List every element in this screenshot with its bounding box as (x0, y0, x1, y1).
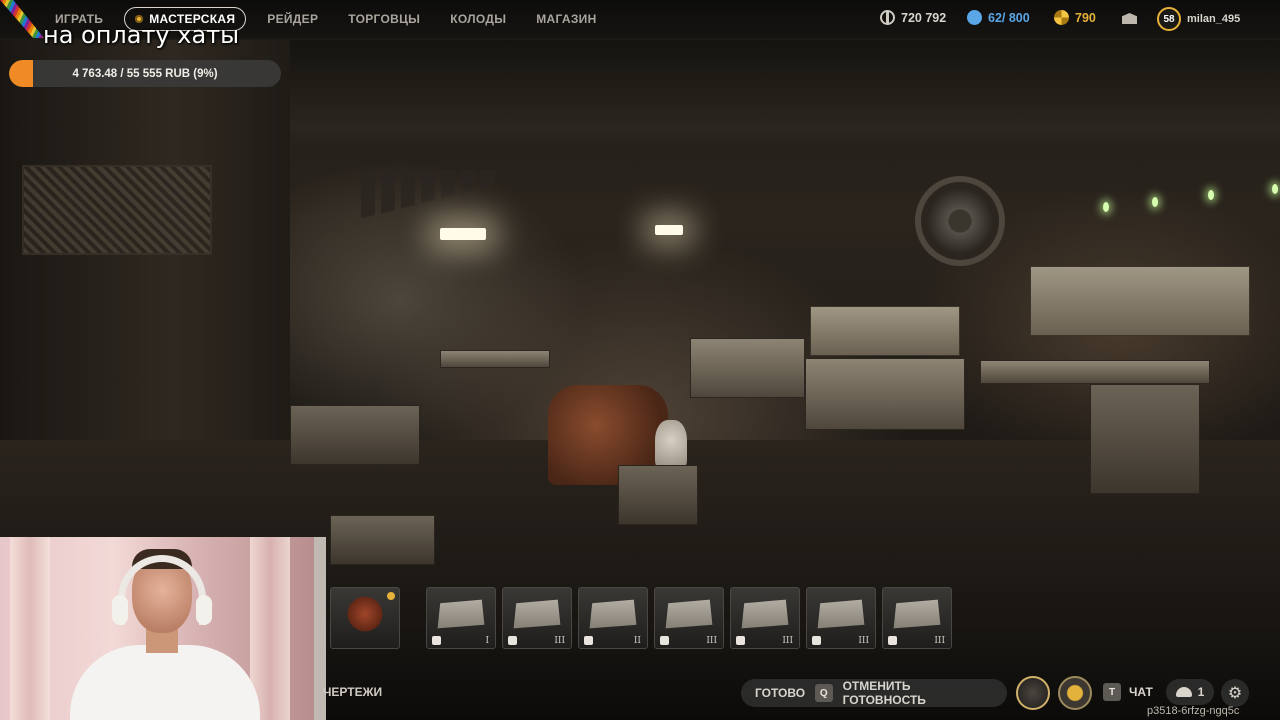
donation-progress-bar: 4 763.48 / 55 555 RUB (9%) (9, 60, 281, 87)
window-grate (22, 165, 212, 255)
workbench-slot-7[interactable]: III (882, 587, 952, 649)
ready-button[interactable]: ГОТОВО (755, 686, 805, 700)
mail-button[interactable] (1122, 13, 1137, 24)
workbench-level: I (485, 636, 489, 646)
check-button[interactable] (1058, 676, 1092, 710)
tab-decks[interactable]: КОЛОДЫ (435, 7, 521, 31)
workbench-slot-4[interactable]: III (654, 587, 724, 649)
tab-label: КОЛОДЫ (450, 12, 507, 26)
headphone-ear-cup (196, 595, 212, 625)
workbench-level: III (934, 636, 945, 646)
bonds-icon (967, 10, 982, 25)
radio-panel (1030, 266, 1250, 336)
stream-goal-title: на оплату хаты (43, 21, 240, 49)
workbench-thumbnail (589, 599, 637, 629)
workbench-thumbnail (437, 599, 485, 629)
friends-button[interactable]: 1 (1166, 679, 1214, 705)
webcam-feed (0, 537, 325, 720)
machine-panel (810, 306, 960, 356)
cancel-hotkey: Q (815, 684, 833, 702)
ceiling-lamp (440, 228, 486, 240)
pedestal (618, 465, 698, 525)
server-id: p3518-6rfzg-ngq5c (1147, 705, 1240, 717)
workbench (805, 358, 965, 430)
crate (330, 515, 435, 565)
medical-cross-icon (812, 636, 821, 645)
workbench-thumbnail (817, 599, 865, 629)
workbench-slot-2[interactable]: III (502, 587, 572, 649)
settings-button[interactable]: ⚙ (1221, 679, 1249, 707)
curtain (10, 537, 50, 720)
string-light (1208, 190, 1214, 200)
workbench-slot-5[interactable]: III (730, 587, 800, 649)
side-table (290, 405, 420, 465)
koen-currency-icon (880, 10, 895, 25)
shield-icon (660, 636, 669, 645)
progress-text: 4 763.48 / 55 555 RUB (9%) (72, 67, 218, 80)
workbench-thumbnail (513, 599, 561, 629)
bust-statue (655, 420, 687, 470)
avatar-button[interactable] (1016, 676, 1050, 710)
gold-balance[interactable]: 790 (1054, 10, 1096, 25)
workbench-level: III (782, 636, 793, 646)
tab-raider[interactable]: РЕЙДЕР (252, 7, 333, 31)
cancel-ready-button[interactable]: ОТМЕНИТЬ ГОТОВНОСТЬ (843, 679, 993, 707)
string-light (1103, 202, 1109, 212)
tab-traders[interactable]: ТОРГОВЦЫ (333, 7, 435, 31)
rooster-badge-icon (387, 592, 395, 600)
bonds-value: 62/ 800 (988, 10, 1030, 25)
gear-icon: ⚙ (1227, 685, 1243, 702)
blueprints-button[interactable]: ЧЕРТЕЖИ (323, 685, 382, 699)
streamer-body (70, 645, 260, 720)
flask-icon (508, 636, 517, 645)
gold-icon (1054, 10, 1069, 25)
workbench (440, 350, 550, 368)
bed-icon (432, 636, 441, 645)
koens-balance[interactable]: 720 792 (880, 10, 946, 25)
workbench-slot-1[interactable]: I (426, 587, 496, 649)
workbench-thumbnail (665, 599, 713, 629)
drawer-cabinet (1090, 384, 1200, 494)
recycle-icon (888, 636, 897, 645)
pennant-garland (355, 170, 495, 220)
rooster-image (343, 596, 387, 632)
koens-value: 720 792 (901, 10, 947, 25)
chat-label: ЧАТ (1129, 685, 1153, 699)
string-light (1152, 197, 1158, 207)
workbench-slot-3[interactable]: II (578, 587, 648, 649)
profile[interactable]: 58 milan_495 (1157, 7, 1240, 31)
username: milan_495 (1187, 13, 1241, 25)
workbench (690, 338, 805, 398)
ceiling (280, 40, 1280, 150)
workbench-level: II (633, 636, 641, 646)
workbench-thumbnail (893, 599, 941, 629)
chat-button[interactable]: T ЧАТ (1103, 683, 1153, 701)
chat-hotkey: T (1103, 683, 1121, 701)
tool-icon (584, 636, 593, 645)
ready-panel: ГОТОВО Q ОТМЕНИТЬ ГОТОВНОСТЬ (741, 679, 1007, 707)
friends-count: 1 (1197, 685, 1205, 699)
workbench-level: III (706, 636, 717, 646)
workbench-thumbnail (741, 599, 789, 629)
workbench-level: III (554, 636, 565, 646)
workbench-slot-6[interactable]: III (806, 587, 876, 649)
headphone-ear-cup (112, 595, 128, 625)
rooster-slot[interactable] (330, 587, 400, 649)
bonds-balance[interactable]: 62/ 800 (967, 10, 1030, 25)
tab-label: РЕЙДЕР (267, 12, 319, 26)
ceiling-lamp (655, 225, 683, 235)
crossed-swords-icon (736, 636, 745, 645)
film-reel (915, 176, 1005, 266)
string-light (1272, 184, 1278, 194)
mail-icon (1122, 13, 1137, 24)
people-icon (1175, 687, 1192, 697)
tab-label: МАГАЗИН (536, 12, 597, 26)
level-badge: 58 (1157, 7, 1181, 31)
tab-label: ТОРГОВЦЫ (348, 12, 421, 26)
gold-value: 790 (1075, 10, 1096, 25)
workbench (980, 360, 1210, 384)
workbench-level: III (858, 636, 869, 646)
tab-shop[interactable]: МАГАЗИН (521, 7, 611, 31)
